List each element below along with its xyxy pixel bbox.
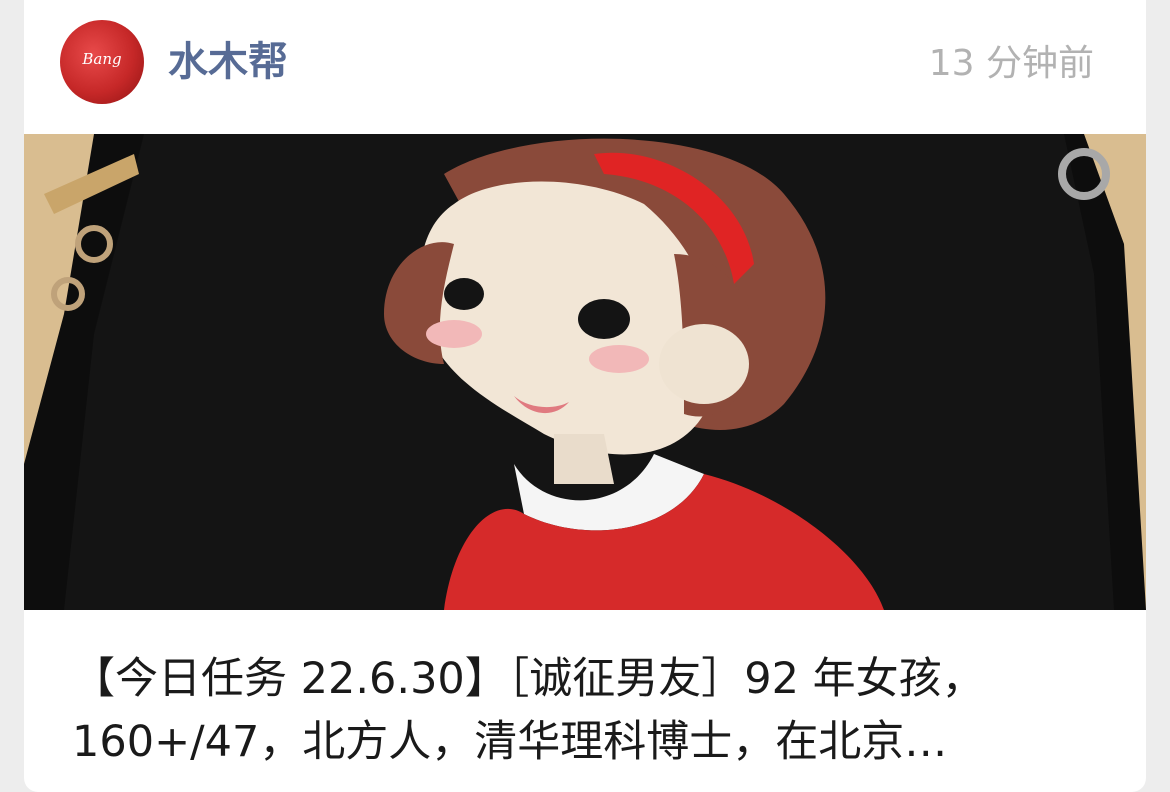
post-card[interactable]: Bang 水木帮 13 分钟前 【今日任务 22.6.30】［诚征男友］92 年… <box>24 0 1146 792</box>
post-header: Bang 水木帮 13 分钟前 <box>24 0 1146 134</box>
avatar-logo-text: Bang <box>82 50 122 68</box>
cover-image[interactable] <box>24 134 1146 610</box>
caption-line: 【今日任务 22.6.30】［诚征男友］92 年女孩， <box>72 654 985 704</box>
post-timestamp: 13 分钟前 <box>928 43 1094 84</box>
cartoon-girl-handbag-image-icon <box>24 134 1146 610</box>
account-name[interactable]: 水木帮 <box>168 38 288 86</box>
caption-line: 160+/47，北方人，清华理科博士，在北京… <box>72 717 948 767</box>
post-caption[interactable]: 【今日任务 22.6.30】［诚征男友］92 年女孩， 160+/47，北方人，… <box>72 648 1102 774</box>
account-avatar[interactable]: Bang <box>60 20 144 104</box>
